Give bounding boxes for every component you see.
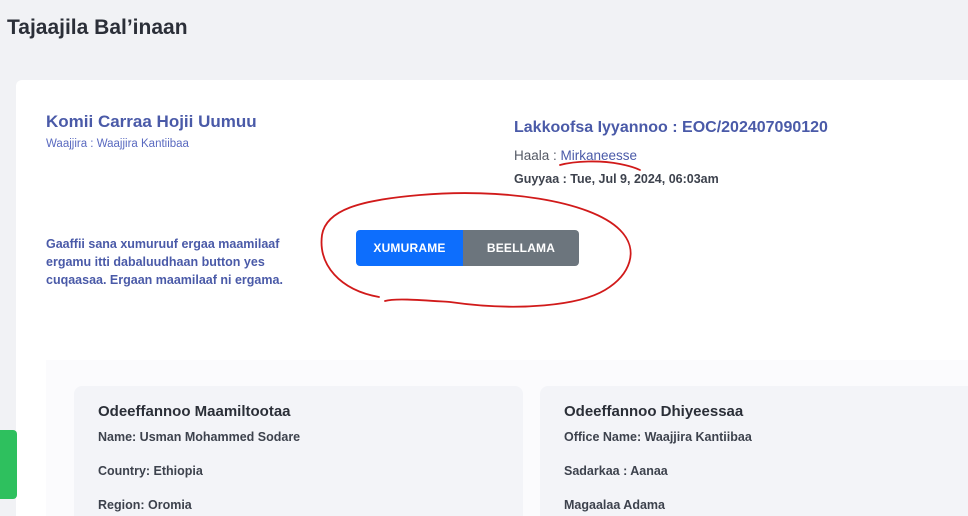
customer-region: Region: Oromia (98, 498, 192, 512)
complete-button[interactable]: XUMURAME (356, 230, 463, 266)
page-title: Tajaajila Bal’inaan (7, 16, 188, 39)
provider-city: Magaalaa Adama (564, 498, 665, 512)
organization-name: Komii Carraa Hojii Uumuu (46, 112, 257, 131)
provider-info-panel: Odeeffannoo Dhiyeessaa Office Name: Waaj… (540, 386, 968, 516)
status-label: Haala : (514, 148, 561, 163)
instruction-text: Gaaffii sana xumuruuf ergaa maamilaaf er… (46, 237, 283, 287)
status-value: Mirkaneesse (560, 148, 638, 163)
customer-country: Country: Ethiopia (98, 464, 203, 478)
provider-info-title: Odeeffannoo Dhiyeessaa (564, 403, 744, 420)
appointment-button[interactable]: BEELLAMA (463, 230, 579, 266)
customer-info-title: Odeeffannoo Maamiltootaa (98, 403, 291, 420)
side-feedback-tab[interactable] (0, 430, 17, 499)
reference-number: Lakkoofsa Iyyannoo : EOC/202407090120 (514, 119, 828, 136)
status-line: Haala : Mirkaneesse (514, 148, 637, 163)
customer-name: Name: Usman Mohammed Sodare (98, 430, 301, 444)
provider-office-name: Office Name: Waajjira Kantiibaa (564, 430, 752, 444)
provider-sector: Sadarkaa : Aanaa (564, 464, 668, 478)
office-label: Waajjira : Waajjira Kantiibaa (46, 138, 189, 150)
customer-info-panel: Odeeffannoo Maamiltootaa Name: Usman Moh… (74, 386, 523, 516)
request-date: Guyyaa : Tue, Jul 9, 2024, 06:03am (514, 172, 719, 186)
action-button-group: XUMURAME BEELLAMA (356, 230, 579, 266)
